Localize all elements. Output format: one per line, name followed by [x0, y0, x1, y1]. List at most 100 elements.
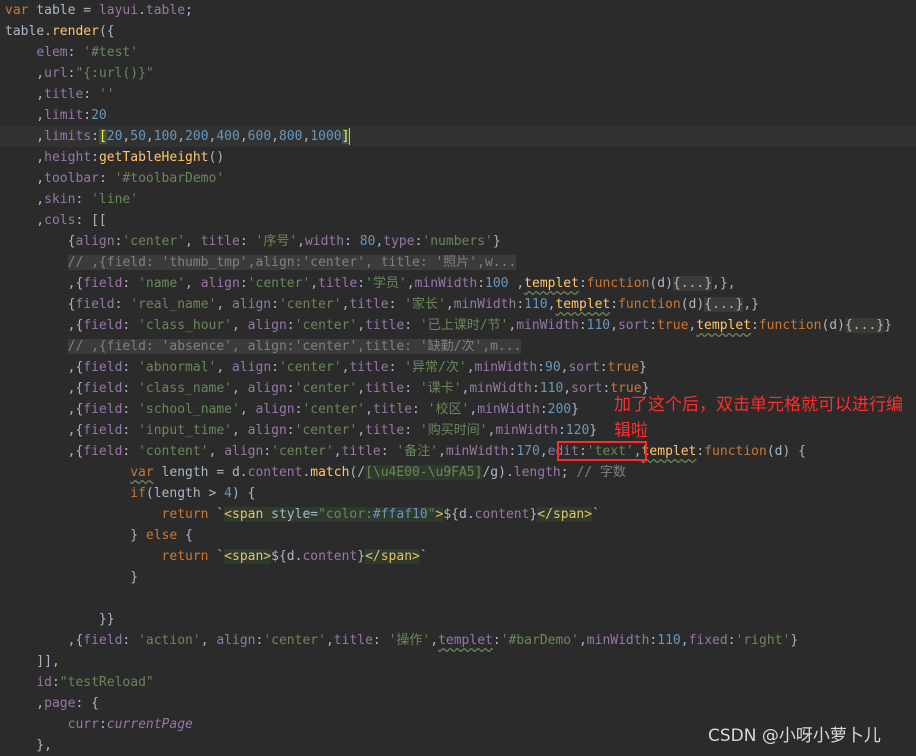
code-token: align — [247, 381, 287, 396]
code-token: cols — [44, 213, 76, 228]
code-token: title — [365, 423, 405, 438]
code-line[interactable]: if(length > 4) { — [0, 483, 916, 504]
code-token: } — [884, 318, 892, 333]
code-token: , — [469, 402, 478, 417]
code-token: , — [357, 381, 366, 396]
code-line[interactable]: ,limits:[20,50,100,200,400,600,800,1000] — [0, 126, 916, 147]
code-token: : — [122, 381, 139, 396]
code-line[interactable]: } — [0, 567, 916, 588]
code-token: (d) — [821, 318, 845, 333]
code-token: : — [404, 381, 420, 396]
code-token: fixed — [688, 633, 728, 648]
code-line[interactable]: ,{field: 'abnormal', align:'center',titl… — [0, 357, 916, 378]
code-token: : — [263, 444, 272, 459]
code-line[interactable]: ,limit:20 — [0, 105, 916, 126]
code-line[interactable]: ,{field: 'name', align:'center',title:'学… — [0, 273, 916, 294]
code-token: field — [83, 360, 123, 375]
code-token: , — [145, 129, 154, 144]
code-token: if — [130, 486, 146, 501]
code-token: ` — [208, 549, 225, 564]
code-line[interactable]: return `<span>${d.content}</span>` — [0, 546, 916, 567]
code-token: /g). — [482, 465, 514, 480]
code-token: "{:url()}" — [75, 66, 154, 81]
code-token: 1000 — [310, 129, 342, 144]
code-token: </span> — [537, 507, 593, 522]
code-line[interactable]: return `<span style="color:#ffaf10">${d.… — [0, 504, 916, 525]
code-token: title — [44, 87, 84, 102]
code-line[interactable]: ,skin: 'line' — [0, 189, 916, 210]
code-line[interactable]: id:"testReload" — [0, 672, 916, 693]
code-line[interactable]: var length = d.content.match(/[\u4E00-\u… — [0, 462, 916, 483]
code-token: , — [365, 402, 373, 417]
code-line[interactable]: ,height:getTableHeight() — [0, 147, 916, 168]
code-token: 800 — [278, 129, 303, 144]
code-line[interactable]: }} — [0, 609, 916, 630]
code-token: , — [508, 276, 525, 291]
code-token: title — [341, 444, 381, 459]
code-line[interactable]: ,cols: [[ — [0, 210, 916, 231]
code-token: : — [516, 297, 525, 312]
code-token: : — [98, 171, 115, 186]
code-line[interactable]: ,url:"{:url()}" — [0, 63, 916, 84]
code-line[interactable]: ]], — [0, 651, 916, 672]
code-token: content — [247, 465, 303, 480]
code-token: </span> — [365, 549, 420, 564]
code-line[interactable]: ,{field: 'action', align:'center',title:… — [0, 630, 916, 651]
code-line[interactable]: table.render({ — [0, 21, 916, 42]
code-token: // ,{field: 'thumb_tmp',align:'center', … — [67, 255, 517, 270]
code-token: limits — [44, 129, 92, 144]
code-token: ,{ — [5, 360, 84, 375]
code-token: () — [208, 150, 225, 165]
code-token: , — [5, 87, 45, 102]
code-token: '购买时间' — [419, 423, 488, 438]
code-token: : — [286, 381, 295, 396]
code-token: 'center' — [247, 276, 311, 291]
code-token: skin — [44, 192, 76, 207]
code-token: , — [325, 633, 334, 648]
code-token: : — [380, 444, 397, 459]
code-line[interactable]: ,title: '' — [0, 84, 916, 105]
code-token: : — [75, 192, 92, 207]
code-line[interactable]: ,{field: 'class_hour', align:'center',ti… — [0, 315, 916, 336]
code-token: (/ — [349, 465, 366, 480]
code-token: sort — [617, 318, 650, 333]
code-line[interactable]: // ,{field: 'absence', align:'center',ti… — [0, 336, 916, 357]
code-line[interactable]: } else { — [0, 525, 916, 546]
code-token: , — [5, 213, 45, 228]
code-token: title — [365, 318, 405, 333]
code-token: 'center' — [302, 402, 366, 417]
code-token: } — [492, 234, 501, 249]
code-token: align — [232, 297, 272, 312]
code-token: } — [5, 570, 139, 585]
code-line[interactable]: ,page: { — [0, 693, 916, 714]
code-line[interactable]: // ,{field: 'thumb_tmp',align:'center', … — [0, 252, 916, 273]
code-token: 'name' — [138, 276, 186, 291]
code-token: 'school_name' — [138, 402, 240, 417]
code-token: } — [357, 549, 366, 564]
code-token: '备注' — [396, 444, 439, 459]
code-token: : — [388, 360, 405, 375]
code-token: title — [349, 297, 389, 312]
code-token: url — [44, 66, 68, 81]
code-line[interactable]: {field: 'real_name', align:'center',titl… — [0, 294, 916, 315]
code-editor[interactable]: var table = layui.table; table.render({ e… — [0, 0, 916, 756]
code-token: field — [83, 633, 123, 648]
code-token: 50 — [130, 129, 146, 144]
code-line[interactable]: ,{field: 'content', align:'center',title… — [0, 441, 916, 462]
code-line[interactable]: var table = layui.table; — [0, 0, 916, 21]
code-token: : — [98, 717, 107, 732]
code-token: currentPage — [106, 717, 193, 732]
code-token: ]], — [5, 654, 60, 669]
code-line[interactable]: elem: '#test' — [0, 42, 916, 63]
code-token: length = d. — [153, 465, 248, 480]
code-token: } — [571, 402, 579, 417]
code-token: 110 — [657, 633, 681, 648]
code-line[interactable] — [0, 588, 916, 609]
code-line[interactable]: {align:'center', title: '序号',width: 80,t… — [0, 231, 916, 252]
code-token: page — [44, 696, 76, 711]
code-token: : — [404, 423, 420, 438]
code-line[interactable]: ,toolbar: '#toolbarDemo' — [0, 168, 916, 189]
